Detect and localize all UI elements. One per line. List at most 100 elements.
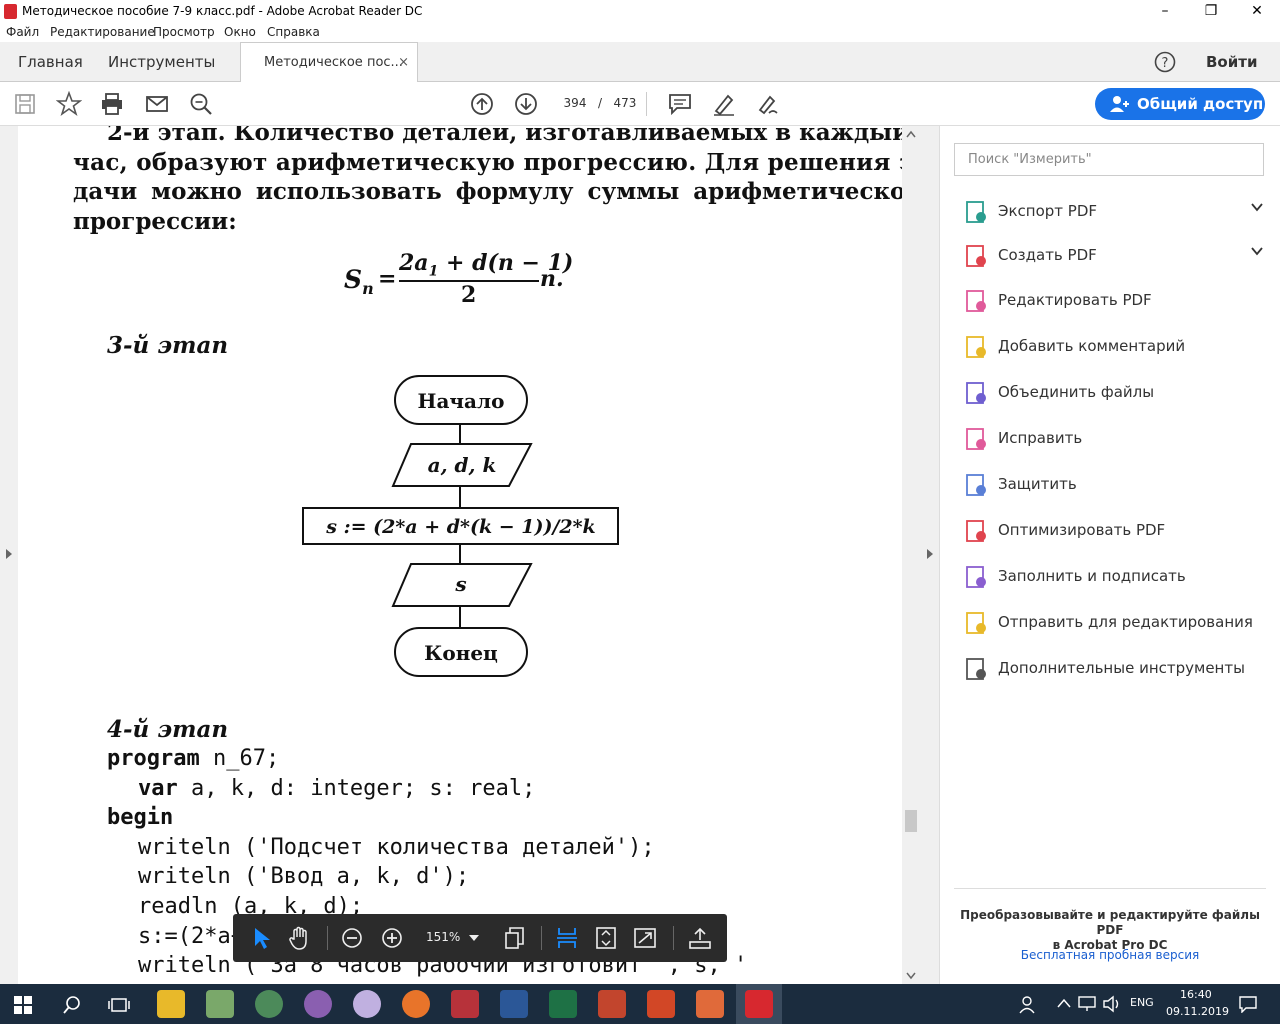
paragraph-line: час, образуют арифметическую прогрессию.… xyxy=(73,149,902,176)
tool-item-label: Дополнительные инструменты xyxy=(998,659,1245,677)
title-bar: Методическое пособие 7-9 класс.pdf - Ado… xyxy=(0,0,1280,24)
protect-icon xyxy=(966,474,986,496)
taskbar-app-icon[interactable] xyxy=(353,990,381,1018)
full-screen-icon[interactable] xyxy=(633,926,657,950)
toolbar-separator xyxy=(541,926,542,950)
zoom-in-icon[interactable] xyxy=(381,927,403,949)
document-view[interactable]: 2-й этап. Количество деталей, изготавлив… xyxy=(18,126,902,984)
page-layout-icon[interactable] xyxy=(503,926,527,950)
free-trial-link[interactable]: Бесплатная пробная версия xyxy=(954,948,1266,962)
volume-icon[interactable] xyxy=(1102,995,1122,1013)
firefox-icon[interactable] xyxy=(402,990,430,1018)
code-text: writeln ('Ввод a, k, d'); xyxy=(138,864,470,890)
taskbar-app-icon[interactable] xyxy=(255,990,283,1018)
tab-tools[interactable]: Инструменты xyxy=(108,42,215,82)
tab-document[interactable]: Методическое пос... × xyxy=(240,42,418,83)
zoom-search-icon[interactable] xyxy=(188,91,214,117)
notifications-icon[interactable] xyxy=(1238,995,1258,1013)
tool-item[interactable]: Защитить xyxy=(964,471,1264,501)
login-button[interactable]: Войти xyxy=(1206,42,1257,82)
people-icon[interactable] xyxy=(1019,995,1039,1015)
sum-formula: Sn = 2a1 + d(n − 1) 2 n. xyxy=(344,250,604,310)
help-icon[interactable]: ? xyxy=(1154,51,1176,73)
clock-date[interactable]: 09.11.2019 xyxy=(1166,1005,1229,1018)
bookmark-star-icon[interactable] xyxy=(56,91,82,117)
tool-item[interactable]: Отправить для редактирования xyxy=(964,609,1264,639)
taskbar-app-icon[interactable] xyxy=(696,990,724,1018)
select-cursor-icon[interactable] xyxy=(251,926,273,950)
menu-view[interactable]: Просмотр xyxy=(153,25,215,39)
taskbar-app-icon[interactable] xyxy=(598,990,626,1018)
access-icon[interactable] xyxy=(451,990,479,1018)
language-indicator[interactable]: ENG xyxy=(1130,996,1154,1009)
menu-file[interactable]: Файл xyxy=(6,25,39,39)
zoom-out-icon[interactable] xyxy=(341,927,363,949)
tool-item[interactable]: Объединить файлы xyxy=(964,379,1264,409)
minimize-button[interactable]: – xyxy=(1142,0,1188,24)
print-icon[interactable] xyxy=(99,91,125,117)
close-tab-icon[interactable]: × xyxy=(398,43,409,83)
floating-toolbar: 151% xyxy=(233,914,727,962)
menu-window[interactable]: Окно xyxy=(224,25,256,39)
tool-item-label: Отправить для редактирования xyxy=(998,613,1253,631)
acrobat-taskbar-active[interactable] xyxy=(736,984,782,1024)
stage-4-heading: 4-й этап xyxy=(107,716,229,743)
help-icon-glyph: ? xyxy=(1162,56,1169,71)
highlight-pen-icon[interactable] xyxy=(711,91,737,117)
menu-help[interactable]: Справка xyxy=(267,25,320,39)
tool-item[interactable]: Редактировать PDF xyxy=(964,287,1264,317)
fit-width-icon[interactable] xyxy=(555,926,579,950)
taskbar-search-icon[interactable] xyxy=(62,995,82,1015)
tab-document-label: Методическое пос... xyxy=(264,55,403,70)
close-window-button[interactable]: ✕ xyxy=(1234,0,1280,24)
scroll-down-icon[interactable] xyxy=(906,972,916,980)
fit-page-icon[interactable] xyxy=(594,926,618,950)
promo-line-1: Преобразовывайте и редактируйте файлы PD… xyxy=(960,908,1260,937)
collapse-right-panel-icon[interactable] xyxy=(926,548,934,560)
tool-item[interactable]: Исправить xyxy=(964,425,1264,455)
scrollbar-thumb[interactable] xyxy=(905,810,917,832)
network-icon[interactable] xyxy=(1078,996,1096,1012)
page-number-input[interactable]: 394 xyxy=(556,92,594,114)
tool-item-label: Редактировать PDF xyxy=(998,291,1152,309)
tool-item[interactable]: Заполнить и подписать xyxy=(964,563,1264,593)
powerpoint-icon[interactable] xyxy=(647,990,675,1018)
save-icon[interactable] xyxy=(12,91,38,117)
chevron-down-icon[interactable] xyxy=(1250,244,1264,258)
comment-icon[interactable] xyxy=(667,91,693,117)
scroll-up-icon[interactable] xyxy=(906,130,916,138)
menu-edit[interactable]: Редактирование xyxy=(50,25,155,39)
code-keyword: var xyxy=(138,775,178,801)
previous-page-icon[interactable] xyxy=(469,91,495,117)
clock-time[interactable]: 16:40 xyxy=(1180,988,1212,1001)
zoom-dropdown-icon[interactable] xyxy=(469,935,479,941)
read-mode-icon[interactable] xyxy=(688,926,712,950)
windows-start-icon[interactable] xyxy=(14,996,32,1014)
flowchart: Начало a, d, k s := (2*a + d*(k − 1))/2*… xyxy=(302,375,619,677)
formula-denominator: 2 xyxy=(461,282,477,308)
excel-icon[interactable] xyxy=(549,990,577,1018)
task-view-icon[interactable] xyxy=(108,995,130,1015)
share-button[interactable]: Общий доступ xyxy=(1095,88,1265,120)
sign-icon[interactable] xyxy=(755,91,781,117)
chevron-down-icon[interactable] xyxy=(1250,200,1264,214)
tool-item[interactable]: Экспорт PDF xyxy=(964,198,1264,228)
taskbar-app-icon[interactable] xyxy=(304,990,332,1018)
maximize-button[interactable]: ❐ xyxy=(1188,0,1234,24)
tab-home[interactable]: Главная xyxy=(18,42,83,82)
next-page-icon[interactable] xyxy=(513,91,539,117)
taskbar-app-icon[interactable] xyxy=(206,990,234,1018)
email-icon[interactable] xyxy=(144,91,170,117)
tool-item[interactable]: Дополнительные инструменты xyxy=(964,655,1264,685)
tool-item[interactable]: Создать PDF xyxy=(964,242,1264,272)
word-icon[interactable] xyxy=(500,990,528,1018)
tool-item[interactable]: Оптимизировать PDF xyxy=(964,517,1264,547)
expand-left-panel-icon[interactable] xyxy=(5,548,13,560)
zoom-level[interactable]: 151% xyxy=(426,930,460,944)
hand-tool-icon[interactable] xyxy=(287,925,313,951)
tools-search-input[interactable]: Поиск "Измерить" xyxy=(954,143,1264,176)
tool-item[interactable]: Добавить комментарий xyxy=(964,333,1264,363)
show-hidden-icons[interactable] xyxy=(1057,998,1071,1008)
file-explorer-icon[interactable] xyxy=(157,990,185,1018)
document-scrollbar[interactable] xyxy=(902,126,920,984)
